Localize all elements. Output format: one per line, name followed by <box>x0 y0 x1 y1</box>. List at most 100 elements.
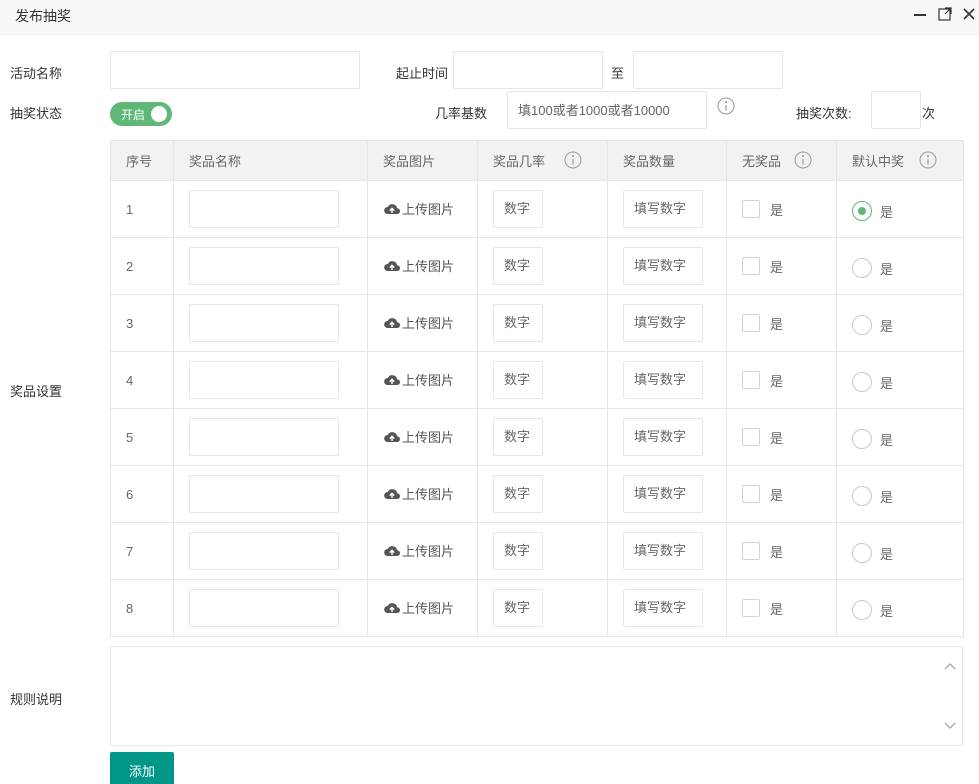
prize-qty-input[interactable]: 填写数字 <box>623 247 703 285</box>
default-win-radio[interactable] <box>852 485 872 506</box>
prize-rate-input[interactable]: 数字 <box>493 532 543 570</box>
header-prize-rate: 奖品几率 <box>477 140 608 181</box>
prize-name-input[interactable] <box>189 304 339 342</box>
no-prize-cell: 是 <box>726 465 837 523</box>
prize-rate-input[interactable]: 数字 <box>493 304 543 342</box>
no-prize-checkbox[interactable] <box>742 371 760 389</box>
prize-qty-input[interactable]: 填写数字 <box>623 475 703 513</box>
no-prize-checkbox[interactable] <box>742 257 760 275</box>
draw-count-input[interactable] <box>871 91 921 129</box>
no-prize-checkbox[interactable] <box>742 542 760 560</box>
upload-image-button[interactable]: 上传图片 <box>383 484 454 503</box>
prize-rate-cell: 数字 <box>477 351 608 409</box>
odds-base-input[interactable]: 填100或者1000或者10000 <box>507 91 707 129</box>
default-win-label: 是 <box>880 547 894 562</box>
upload-image-button[interactable]: 上传图片 <box>383 427 454 446</box>
prize-rate-cell: 数字 <box>477 180 608 238</box>
no-prize-checkbox[interactable] <box>742 428 760 446</box>
scroll-down-icon[interactable] <box>944 719 956 731</box>
no-prize-cell: 是 <box>726 180 837 238</box>
prize-name-input[interactable] <box>189 532 339 570</box>
scroll-up-icon[interactable] <box>944 661 956 673</box>
upload-image-button[interactable]: 上传图片 <box>383 370 454 389</box>
default-win-radio[interactable] <box>852 542 872 563</box>
prize-name-cell <box>173 294 368 352</box>
default-win-radio[interactable] <box>852 371 872 392</box>
row-index: 3 <box>110 294 174 352</box>
default-win-radio[interactable] <box>852 257 872 278</box>
end-time-input[interactable] <box>633 51 783 89</box>
prize-rate-cell: 数字 <box>477 408 608 466</box>
close-icon[interactable] <box>961 6 977 22</box>
default-win-cell: 是 <box>836 180 964 238</box>
prize-rate-input[interactable]: 数字 <box>493 475 543 513</box>
draw-count-unit: 次 <box>922 106 936 121</box>
no-prize-label: 是 <box>770 544 784 560</box>
cloud-upload-icon <box>384 488 401 499</box>
prize-name-cell <box>173 522 368 580</box>
prize-rate-cell: 数字 <box>477 294 608 352</box>
prize-settings-label: 奖品设置 <box>10 384 63 399</box>
header-prize-image: 奖品图片 <box>367 140 478 181</box>
info-icon[interactable] <box>919 151 937 169</box>
header-prize-qty: 奖品数量 <box>607 140 727 181</box>
minimize-icon[interactable] <box>912 6 928 22</box>
prize-qty-input[interactable]: 填写数字 <box>623 589 703 627</box>
info-icon[interactable] <box>794 151 812 169</box>
window-titlebar: 发布抽奖 <box>0 0 979 35</box>
prize-name-input[interactable] <box>189 589 339 627</box>
prize-rate-input[interactable]: 数字 <box>493 247 543 285</box>
prize-rate-input[interactable]: 数字 <box>493 361 543 399</box>
prize-image-cell: 上传图片 <box>367 522 478 580</box>
table-row: 5 上传图片 数字 填写数字 是 是 <box>110 408 964 466</box>
start-time-input[interactable] <box>453 51 603 89</box>
no-prize-checkbox[interactable] <box>742 200 760 218</box>
default-win-radio[interactable] <box>852 314 872 335</box>
default-win-radio[interactable] <box>852 200 872 221</box>
prize-name-input[interactable] <box>189 418 339 456</box>
prize-name-input[interactable] <box>189 475 339 513</box>
prize-qty-cell: 填写数字 <box>607 294 727 352</box>
maximize-icon[interactable] <box>937 6 953 22</box>
prize-rate-input[interactable]: 数字 <box>493 418 543 456</box>
prize-qty-input[interactable]: 填写数字 <box>623 418 703 456</box>
info-icon[interactable] <box>564 151 582 169</box>
no-prize-checkbox[interactable] <box>742 314 760 332</box>
header-default-win: 默认中奖 <box>836 140 964 181</box>
default-win-radio[interactable] <box>852 428 872 449</box>
status-label: 抽奖状态 <box>10 106 63 121</box>
no-prize-checkbox[interactable] <box>742 485 760 503</box>
upload-image-button[interactable]: 上传图片 <box>383 199 454 218</box>
cloud-upload-icon <box>384 317 401 328</box>
prize-qty-cell: 填写数字 <box>607 408 727 466</box>
prize-qty-input[interactable]: 填写数字 <box>623 190 703 228</box>
no-prize-label: 是 <box>770 430 784 446</box>
time-range-label: 起止时间 <box>396 66 449 81</box>
upload-image-button[interactable]: 上传图片 <box>383 313 454 332</box>
prize-rate-input[interactable]: 数字 <box>493 589 543 627</box>
no-prize-checkbox[interactable] <box>742 599 760 617</box>
prize-image-cell: 上传图片 <box>367 237 478 295</box>
prize-name-input[interactable] <box>189 247 339 285</box>
info-icon[interactable] <box>717 97 735 115</box>
activity-name-input[interactable] <box>110 51 360 89</box>
prize-rate-input[interactable]: 数字 <box>493 190 543 228</box>
upload-image-button[interactable]: 上传图片 <box>383 256 454 275</box>
table-row: 7 上传图片 数字 填写数字 是 是 <box>110 522 964 580</box>
prize-qty-input[interactable]: 填写数字 <box>623 361 703 399</box>
prize-table: 序号 奖品名称 奖品图片 奖品几率 奖品数量 无奖品 默认中奖 1 上传图片 数… <box>110 140 964 637</box>
prize-qty-input[interactable]: 填写数字 <box>623 304 703 342</box>
prize-name-input[interactable] <box>189 361 339 399</box>
row-index: 2 <box>110 237 174 295</box>
prize-qty-input[interactable]: 填写数字 <box>623 532 703 570</box>
upload-image-button[interactable]: 上传图片 <box>383 541 454 560</box>
rules-textarea[interactable] <box>110 646 963 746</box>
status-switch[interactable]: 开启 <box>110 102 172 126</box>
prize-image-cell: 上传图片 <box>367 180 478 238</box>
default-win-radio[interactable] <box>852 599 872 620</box>
window-title: 发布抽奖 <box>15 8 71 24</box>
prize-qty-cell: 填写数字 <box>607 522 727 580</box>
prize-name-input[interactable] <box>189 190 339 228</box>
add-button[interactable]: 添加 <box>110 752 174 784</box>
upload-image-button[interactable]: 上传图片 <box>383 598 454 617</box>
